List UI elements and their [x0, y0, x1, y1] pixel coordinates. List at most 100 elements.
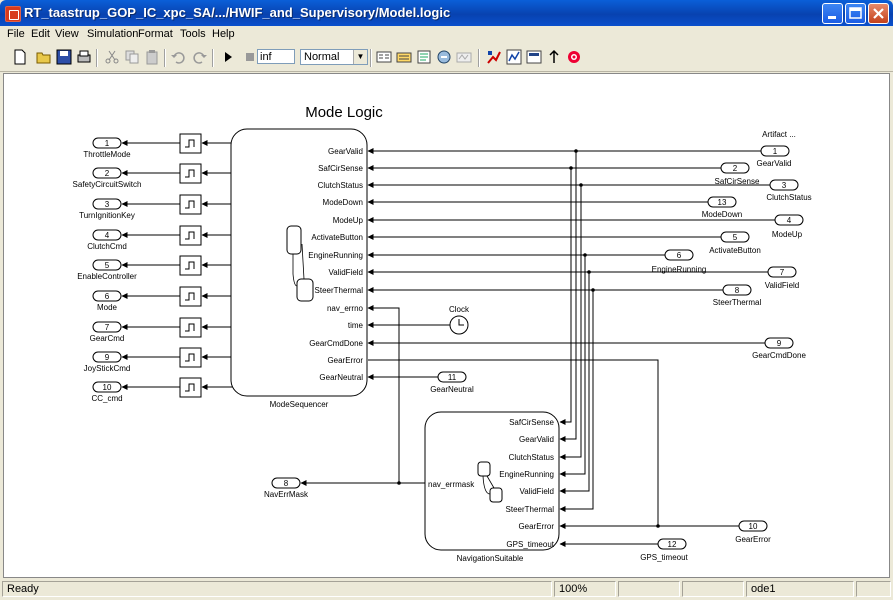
navigation-in-label: EngineRunning	[499, 470, 554, 479]
undo-icon[interactable]	[170, 49, 186, 65]
open-icon[interactable]	[36, 49, 52, 65]
inport-label-gearerror: GearError	[735, 535, 771, 544]
navigation-in-label: GearError	[518, 522, 554, 531]
sample-time-icon[interactable]	[456, 49, 472, 65]
signal-line	[559, 151, 577, 442]
signal-line	[367, 305, 400, 483]
title-bar[interactable]: RT_taastrup_GOP_IC_xpc_SA/.../HWIF_and_S…	[0, 0, 893, 26]
menu-help[interactable]: Help	[212, 28, 235, 40]
navigation-out-label: nav_errmask	[428, 480, 475, 489]
rate-transition-block[interactable]	[179, 347, 202, 368]
minimize-icon	[828, 16, 836, 19]
inport-gps-timeout-number: 12	[668, 540, 677, 549]
inport-label-activatebutton: ActivateButton	[709, 246, 761, 255]
inport-label-gps-timeout: GPS_timeout	[640, 553, 688, 562]
window-title: RT_taastrup_GOP_IC_xpc_SA/.../HWIF_and_S…	[24, 5, 451, 20]
modesequencer-in-label: SafCirSense	[318, 164, 363, 173]
signal-select-icon[interactable]	[506, 49, 522, 65]
print-icon[interactable]	[76, 49, 92, 65]
rate-transition-block[interactable]	[179, 317, 202, 338]
inport-label-gearvalid: GearValid	[757, 159, 792, 168]
chart-state-icon	[286, 225, 302, 255]
rate-transition-block[interactable]	[179, 377, 202, 398]
annotation-artifact: Artifact ...	[762, 130, 796, 139]
stop-time-field[interactable]	[257, 49, 295, 64]
chart-state-icon	[477, 461, 491, 477]
modesequencer-in-label: ModeDown	[323, 198, 363, 207]
model-advisor-icon[interactable]	[486, 49, 502, 65]
stop-icon[interactable]	[242, 49, 258, 65]
chart-state-icon	[489, 487, 503, 503]
build-icon[interactable]	[376, 49, 392, 65]
outport-label-throttlemode: ThrottleMode	[83, 150, 131, 159]
maximize-button[interactable]	[845, 3, 866, 24]
navigation-in-label: SteerThermal	[506, 505, 555, 514]
modesequencer-in-label: GearNeutral	[319, 373, 363, 382]
menu-simulation[interactable]: Simulation	[87, 28, 138, 40]
outport-label-joystickcmd: JoyStickCmd	[84, 364, 131, 373]
outport-label-safetycircuitswitch: SafetyCircuitSwitch	[73, 180, 142, 189]
rate-transition-block[interactable]	[179, 255, 202, 276]
toolbar-separator	[96, 49, 98, 67]
rate-transition-block[interactable]	[179, 286, 202, 307]
inport-steerthermal-number: 8	[735, 286, 740, 295]
inport-label-steerthermal: SteerThermal	[713, 298, 762, 307]
outport-cc-cmd-number: 10	[103, 383, 112, 392]
library-browser-icon[interactable]	[396, 49, 412, 65]
up-icon[interactable]	[546, 49, 562, 65]
menu-tools[interactable]: Tools	[180, 28, 206, 40]
outport-joystickcmd-number: 9	[105, 353, 110, 362]
save-icon[interactable]	[56, 49, 72, 65]
outport-gearcmd-number: 7	[105, 323, 110, 332]
target-icon[interactable]	[566, 49, 582, 65]
chart-state-icon	[296, 278, 314, 302]
status-cell-empty	[618, 581, 680, 597]
resize-grip[interactable]	[856, 581, 891, 597]
menu-format[interactable]: Format	[138, 28, 173, 40]
copy-icon[interactable]	[124, 49, 140, 65]
inport-label-modeup: ModeUp	[772, 230, 803, 239]
outport-label-turnignitionkey: TurnIgnitionKey	[79, 211, 135, 220]
rate-transition-block[interactable]	[179, 194, 202, 215]
menu-bar: File Edit View Simulation Format Tools Help	[0, 26, 893, 44]
solver-name: ode1	[746, 581, 854, 597]
toolbar-separator	[164, 49, 166, 67]
cut-icon[interactable]	[104, 49, 120, 65]
menu-file[interactable]: File	[7, 28, 25, 40]
inport-gearneutral-number: 11	[448, 373, 457, 382]
play-icon[interactable]	[220, 49, 236, 65]
outport-label-gearcmd: GearCmd	[90, 334, 125, 343]
modesequencer-in-label: GearValid	[328, 147, 363, 156]
navigation-suitable-name: NavigationSuitable	[457, 554, 524, 563]
rate-transition-block[interactable]	[179, 163, 202, 184]
modesequencer-in-label: ValidField	[328, 268, 363, 277]
rate-transition-block[interactable]	[179, 225, 202, 246]
zoom-level: 100%	[554, 581, 616, 597]
model-explorer-icon[interactable]	[416, 49, 432, 65]
paste-icon[interactable]	[144, 49, 160, 65]
debugger-icon[interactable]	[436, 49, 452, 65]
navigation-in-label: SafCirSense	[509, 418, 554, 427]
new-model-icon[interactable]	[12, 49, 28, 65]
redo-icon[interactable]	[192, 49, 208, 65]
toolbar-separator	[478, 49, 480, 67]
simulink-app-icon[interactable]	[5, 6, 21, 22]
outport-safetycircuitswitch-number: 2	[105, 169, 110, 178]
navigation-in-label: GearValid	[519, 435, 554, 444]
menu-view[interactable]: View	[55, 28, 79, 40]
model-canvas[interactable]: Mode Logic1ThrottleModeThrottleMode2Safe…	[3, 73, 890, 578]
modesequencer-in-label: nav_errno	[327, 304, 364, 313]
simulation-mode-select[interactable]: Normal ▼	[300, 49, 368, 65]
outport-label-clutchcmd: ClutchCmd	[87, 242, 127, 251]
port-values-icon[interactable]	[526, 49, 542, 65]
mode-sequencer-name: ModeSequencer	[270, 400, 329, 409]
menu-edit[interactable]: Edit	[31, 28, 50, 40]
minimize-button[interactable]	[822, 3, 843, 24]
inport-gearcmddone-number: 9	[777, 339, 782, 348]
rate-transition-block[interactable]	[179, 133, 202, 154]
close-button[interactable]	[868, 3, 889, 24]
modesequencer-in-label: ActivateButton	[311, 233, 363, 242]
toolbar: Normal ▼	[0, 44, 893, 72]
inport-clutchstatus-number: 3	[782, 181, 787, 190]
modesequencer-in-label: GearCmdDone	[309, 339, 363, 348]
